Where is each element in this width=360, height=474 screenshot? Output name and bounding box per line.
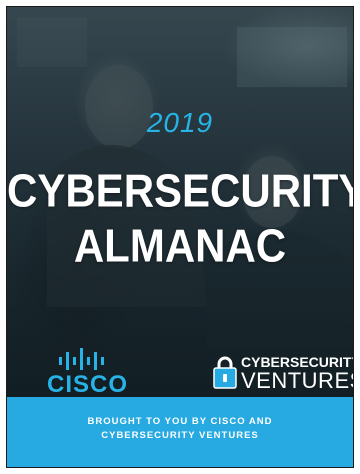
cisco-logo: CISCO [47,347,147,398]
footer-line-1: BROUGHT TO YOU BY CISCO AND [87,416,273,427]
cisco-bridge-bars-icon [59,348,104,370]
almanac-cover: 2019 CYBERSECURITY ALMANAC CISCO CYBERSE… [6,6,354,468]
footer-band: BROUGHT TO YOU BY CISCO AND CYBERSECURIT… [7,397,353,467]
ventures-line-2: VENTURES [241,368,354,393]
cover-title-line-2: ALMANAC [73,219,287,272]
cisco-wordmark: CISCO [47,371,129,398]
padlock-icon [213,356,237,389]
cover-title-line-1: CYBERSECURITY [7,164,354,217]
footer-line-2: CYBERSECURITY VENTURES [101,430,259,441]
cover-year: 2019 [146,107,214,138]
cybersecurity-ventures-logo: CYBERSECURITY VENTURES [213,351,354,395]
